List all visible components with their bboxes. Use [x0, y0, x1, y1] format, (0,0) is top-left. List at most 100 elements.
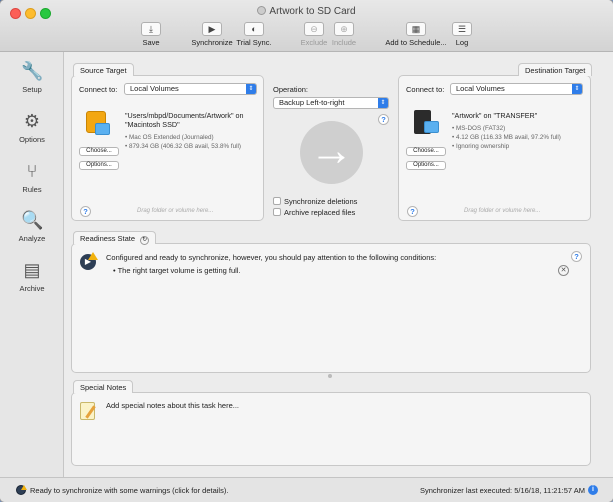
schedule-icon: ▦ — [406, 22, 426, 36]
sync-deletions-label: Synchronize deletions — [284, 197, 358, 206]
sidebar-item-setup[interactable]: 🔧 Setup — [0, 60, 64, 94]
source-detail-capacity: • 879.34 GB (406.32 GB avail, 53.8% full… — [125, 143, 241, 150]
info-icon[interactable]: i — [588, 485, 598, 495]
operation-label: Operation: — [273, 85, 309, 94]
readiness-condition-item: • The right target volume is getting ful… — [113, 266, 241, 275]
sidebar-item-archive[interactable]: ▤ Archive — [0, 259, 64, 293]
readiness-help-button[interactable]: ? — [571, 251, 582, 262]
log-button[interactable]: ☰ Log — [450, 22, 474, 47]
magnifier-icon: 🔍 — [21, 210, 44, 230]
destination-options-button[interactable]: Options... — [406, 161, 446, 170]
source-details: • Mac OS Extended (Journaled) • 879.34 G… — [125, 133, 241, 151]
destination-target-tab: Destination Target — [518, 63, 593, 76]
source-detail-format: • Mac OS Extended (Journaled) — [125, 134, 214, 141]
splitter-handle[interactable] — [328, 374, 332, 378]
add-to-schedule-label: Add to Schedule... — [385, 38, 447, 47]
app-window: Artwork to SD Card ⤓ Save ▶ Synchronize … — [0, 0, 613, 502]
synchronize-button[interactable]: ▶ Synchronize — [190, 22, 234, 47]
sidebar-item-label: Archive — [19, 284, 45, 293]
include-label: Include — [331, 38, 357, 47]
sidebar-item-label: Options — [19, 135, 45, 144]
gear-icon: ⚙ — [23, 111, 41, 131]
source-choose-button[interactable]: Choose... — [79, 147, 119, 156]
status-indicator-icon — [16, 485, 27, 495]
source-drag-hint: Drag folder or volume here... — [137, 208, 214, 214]
window-title-text: Artwork to SD Card — [269, 6, 356, 17]
notepad-pencil-icon — [80, 401, 98, 421]
sidebar-item-analyze[interactable]: 🔍 Analyze — [0, 209, 64, 243]
trial-sync-label: Trial Sync. — [236, 38, 272, 47]
destination-connect-value: Local Volumes — [456, 84, 505, 93]
trial-sync-button[interactable]: ◐ Trial Sync. — [236, 22, 272, 47]
destination-target-tab-label: Destination Target — [525, 66, 586, 75]
source-path-line1: "Users/mbpd/Documents/Artwork" on — [125, 111, 244, 120]
readiness-state-tab: Readiness State ↻ — [73, 231, 157, 245]
fork-arrows-icon: ⑂ — [26, 161, 38, 181]
sidebar-item-rules[interactable]: ⑂ Rules — [0, 160, 64, 194]
last-executed-text: Synchronizer last executed: 5/16/18, 11:… — [420, 486, 585, 495]
sidebar-item-label: Rules — [22, 185, 42, 194]
sd-card-icon — [414, 110, 442, 138]
sidebar-item-label: Setup — [22, 85, 42, 94]
archive-replaced-checkbox[interactable] — [273, 208, 281, 216]
save-label: Save — [142, 38, 160, 47]
save-button[interactable]: ⤓ Save — [138, 22, 164, 47]
include-button[interactable]: ⊕ Include — [330, 22, 358, 47]
source-path: "Users/mbpd/Documents/Artwork" on "Macin… — [125, 111, 244, 129]
status-message[interactable]: Ready to synchronize with some warnings … — [30, 486, 228, 495]
special-notes-input[interactable]: Add special notes about this task here..… — [106, 401, 239, 410]
exclude-button[interactable]: ⊖ Exclude — [300, 22, 328, 47]
destination-detail-format: • MS-DOS (FAT32) — [452, 125, 506, 132]
readiness-state-panel — [71, 243, 591, 373]
arrow-right-icon: → — [300, 121, 363, 184]
destination-detail-capacity: • 4.12 GB (116.33 MB avail, 97.2% full) — [452, 134, 561, 141]
exclude-label: Exclude — [300, 38, 328, 47]
destination-detail-ownership: • Ignoring ownership — [452, 143, 510, 150]
log-icon: ☰ — [452, 22, 472, 36]
destination-connect-select[interactable]: Local Volumes ⇕ — [450, 83, 583, 95]
source-path-line2: "Macintosh SSD" — [125, 120, 180, 129]
source-target-tab-label: Source Target — [80, 66, 127, 75]
include-icon: ⊕ — [334, 22, 354, 36]
document-icon — [257, 6, 267, 15]
sidebar-item-label: Analyze — [18, 234, 46, 243]
wrench-icon: 🔧 — [21, 61, 44, 81]
status-bar: Ready to synchronize with some warnings … — [0, 477, 613, 502]
trial-sync-icon: ◐ — [244, 22, 264, 36]
readiness-message: Configured and ready to synchronize, how… — [106, 253, 437, 262]
add-to-schedule-button[interactable]: ▦ Add to Schedule... — [385, 22, 447, 47]
chevron-updown-icon: ⇕ — [378, 98, 388, 108]
exclude-icon: ⊖ — [304, 22, 324, 36]
destination-choose-button[interactable]: Choose... — [406, 147, 446, 156]
sync-deletions-checkbox[interactable] — [273, 197, 281, 205]
source-connect-select[interactable]: Local Volumes ⇕ — [124, 83, 257, 95]
play-icon: ▶ — [202, 22, 222, 36]
destination-help-button[interactable]: ? — [407, 206, 418, 217]
destination-details: • MS-DOS (FAT32) • 4.12 GB (116.33 MB av… — [452, 124, 561, 151]
window-title: Artwork to SD Card — [0, 6, 613, 17]
source-options-button[interactable]: Options... — [79, 161, 119, 170]
operation-select[interactable]: Backup Left-to-right ⇕ — [273, 97, 389, 109]
log-label: Log — [455, 38, 469, 47]
special-notes-tab: Special Notes — [73, 380, 134, 393]
source-help-button[interactable]: ? — [80, 206, 91, 217]
archive-box-icon: ▤ — [23, 260, 41, 280]
chevron-updown-icon: ⇕ — [246, 84, 256, 94]
sidebar-item-options[interactable]: ⚙ Options — [0, 110, 64, 144]
source-connect-value: Local Volumes — [130, 84, 179, 93]
synchronize-label: Synchronize — [191, 38, 233, 47]
destination-connect-label: Connect to: — [406, 85, 445, 94]
refresh-icon[interactable]: ↻ — [140, 236, 150, 245]
operation-help-button[interactable]: ? — [378, 114, 389, 125]
sidebar: 🔧 Setup ⚙ Options ⑂ Rules 🔍 Analyze ▤ Ar… — [0, 52, 64, 477]
titlebar: Artwork to SD Card ⤓ Save ▶ Synchronize … — [0, 0, 613, 52]
warning-play-icon: ▶ — [80, 252, 98, 270]
operation-value: Backup Left-to-right — [279, 98, 345, 107]
destination-drag-hint: Drag folder or volume here... — [464, 208, 541, 214]
dismiss-close-icon[interactable]: ✕ — [558, 265, 569, 276]
source-target-tab: Source Target — [73, 63, 134, 76]
hard-drive-icon — [86, 111, 110, 137]
special-notes-tab-label: Special Notes — [80, 383, 127, 392]
chevron-updown-icon: ⇕ — [572, 84, 582, 94]
destination-path: "Artwork" on "TRANSFER" — [452, 111, 538, 120]
